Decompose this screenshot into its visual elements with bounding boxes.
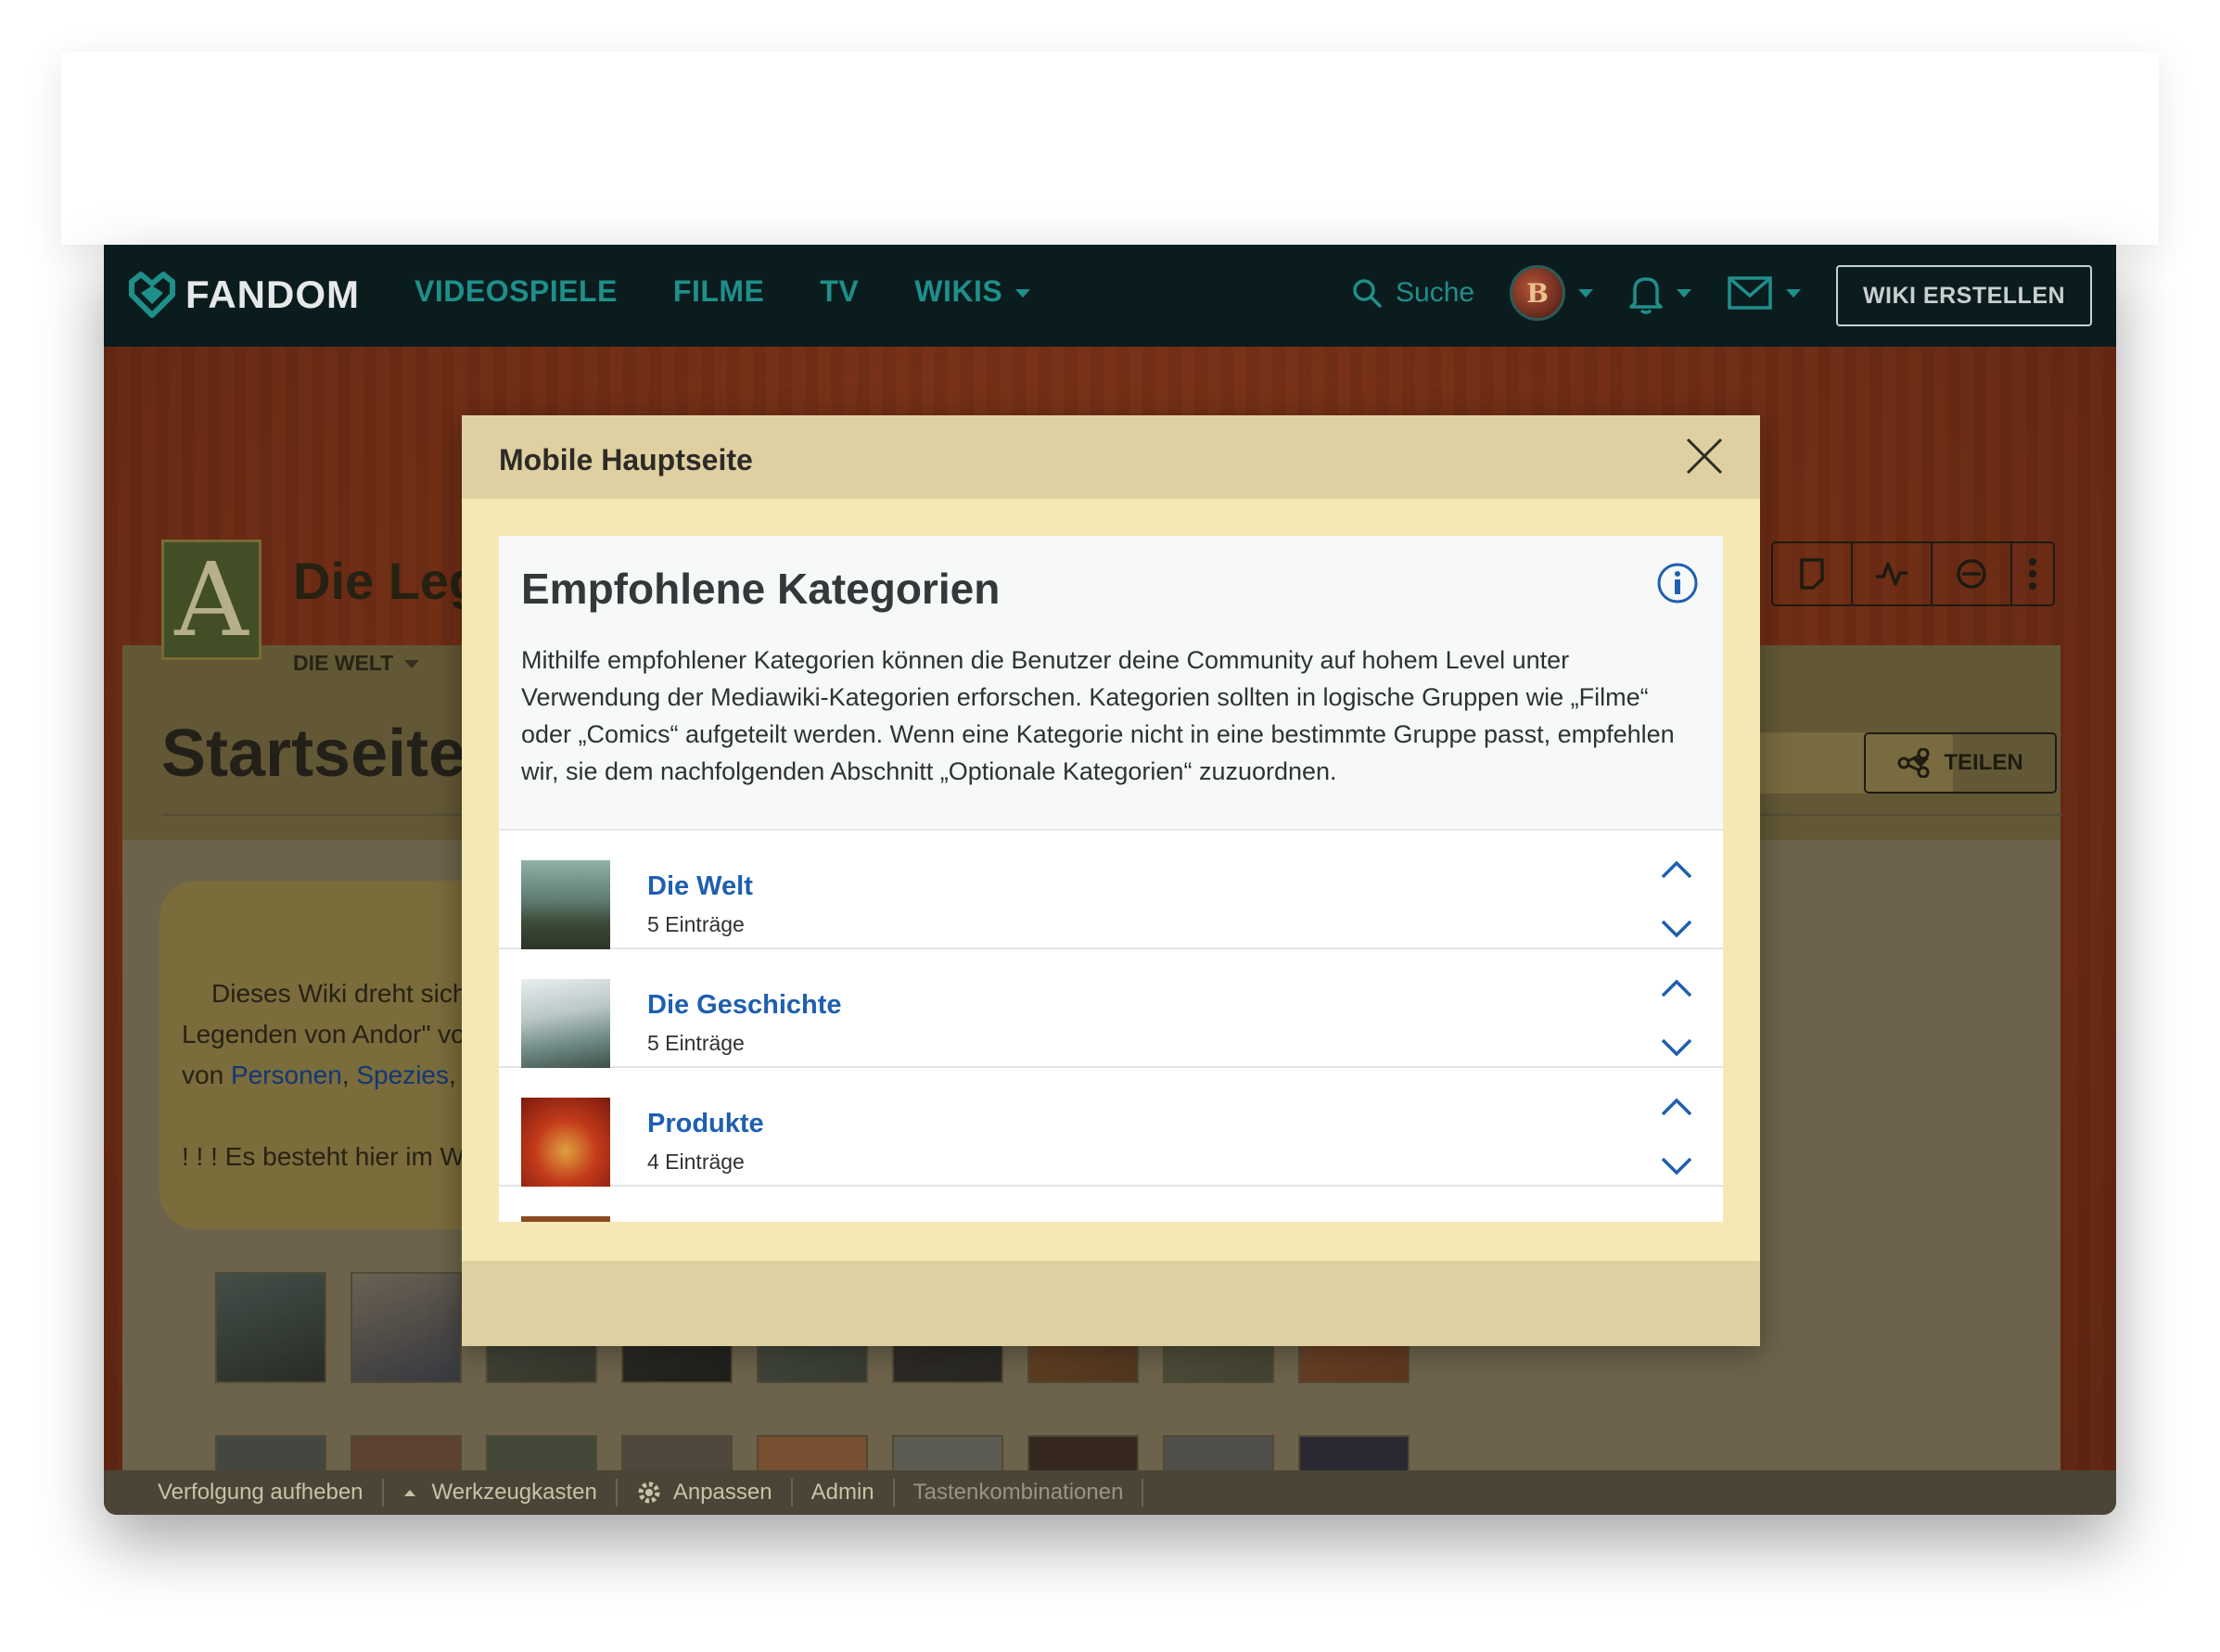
category-thumbnail — [521, 979, 610, 1068]
bell-icon[interactable] — [1628, 272, 1664, 314]
nav-link-videospiele[interactable]: VIDEOSPIELE — [415, 274, 618, 309]
category-name[interactable]: Die Welt — [647, 871, 753, 902]
nav-user-area: Suche B — [1351, 265, 1802, 321]
chevron-up-icon[interactable] — [1660, 858, 1693, 881]
panel-description: Mithilfe empfohlener Kategorien können d… — [521, 646, 1675, 785]
gear-icon — [638, 1481, 660, 1504]
chevron-up-icon[interactable] — [1660, 977, 1693, 999]
toolbar-tools-label: Werkzeugkasten — [431, 1480, 597, 1505]
global-nav-links: VIDEOSPIELE FILME TV WIKIS — [415, 274, 1031, 309]
browser-window: FANDOM VIDEOSPIELE FILME TV WIKIS Suche … — [104, 245, 2116, 1515]
chevron-down-icon[interactable] — [1677, 288, 1692, 298]
category-row: Die Geschichte 5 Einträge — [499, 949, 1723, 1068]
toolbar-admin[interactable]: Admin — [793, 1479, 895, 1506]
chevron-down-icon[interactable] — [1660, 918, 1693, 940]
category-count: 5 Einträge — [647, 1031, 745, 1055]
category-row: Produkte 4 Einträge — [499, 1068, 1723, 1187]
search-label: Suche — [1396, 277, 1475, 308]
modal-title: Mobile Hauptseite — [499, 443, 753, 477]
mobile-main-page-modal: Mobile Hauptseite Empfohlene Kategorien … — [462, 415, 1760, 1346]
chevron-down-icon[interactable] — [1660, 1155, 1693, 1177]
nav-link-wikis[interactable]: WIKIS — [914, 274, 1031, 309]
chevron-down-icon[interactable] — [1578, 288, 1594, 298]
toolbar-unfollow[interactable]: Verfolgung aufheben — [158, 1479, 384, 1506]
fandom-heart-icon — [129, 272, 175, 318]
fandom-logo[interactable]: FANDOM — [126, 269, 360, 321]
category-name[interactable]: Produkte — [647, 1109, 764, 1139]
category-count: 4 Einträge — [647, 1150, 745, 1174]
category-row-partial — [499, 1187, 1723, 1222]
category-count: 5 Einträge — [647, 912, 745, 936]
nav-link-tv[interactable]: TV — [820, 274, 859, 309]
category-row: Die Welt 5 Einträge — [499, 831, 1723, 949]
chevron-down-icon[interactable] — [1786, 288, 1802, 298]
category-thumbnail — [521, 1216, 610, 1222]
create-wiki-button[interactable]: WIKI ERSTELLEN — [1836, 265, 2092, 326]
panel-intro: Empfohlene Kategorien Mithilfe empfohlen… — [499, 536, 1723, 831]
mail-icon[interactable] — [1727, 275, 1773, 311]
browser-top-bar — [61, 52, 2159, 245]
category-thumbnail — [521, 860, 610, 949]
chevron-down-icon — [1015, 289, 1031, 299]
bottom-toolbar: Verfolgung aufheben Werkzeugkasten Anpas… — [104, 1470, 2116, 1515]
caret-up-icon — [403, 1490, 415, 1496]
modal-footer — [462, 1261, 1760, 1346]
modal-header: Mobile Hauptseite — [462, 415, 1760, 499]
toolbar-shortcuts[interactable]: Tastenkombinationen — [895, 1479, 1144, 1506]
close-icon[interactable] — [1684, 436, 1725, 477]
panel-heading: Empfohlene Kategorien — [521, 565, 1001, 613]
category-name[interactable]: Die Geschichte — [647, 990, 842, 1021]
chevron-down-icon[interactable] — [1660, 1036, 1693, 1059]
fandom-wordmark: FANDOM — [185, 273, 360, 316]
toolbar-customize[interactable]: Anpassen — [618, 1479, 793, 1506]
category-list: Die Welt 5 Einträge Die Geschichte 5 Ein… — [499, 831, 1723, 1222]
nav-link-wikis-label: WIKIS — [914, 274, 1003, 308]
user-avatar[interactable]: B — [1510, 265, 1566, 321]
nav-link-filme[interactable]: FILME — [673, 274, 764, 309]
fandom-global-nav: FANDOM VIDEOSPIELE FILME TV WIKIS Suche … — [104, 245, 2116, 347]
toolbar-tools[interactable]: Werkzeugkasten — [384, 1479, 618, 1506]
search-button[interactable]: Suche — [1351, 277, 1474, 309]
featured-categories-panel: Empfohlene Kategorien Mithilfe empfohlen… — [499, 536, 1723, 1222]
toolbar-customize-label: Anpassen — [672, 1480, 772, 1505]
search-icon — [1353, 279, 1382, 308]
chevron-up-icon[interactable] — [1660, 1096, 1693, 1118]
info-icon[interactable] — [1656, 562, 1699, 604]
avatar-letter: B — [1526, 277, 1549, 309]
category-thumbnail — [521, 1098, 610, 1187]
